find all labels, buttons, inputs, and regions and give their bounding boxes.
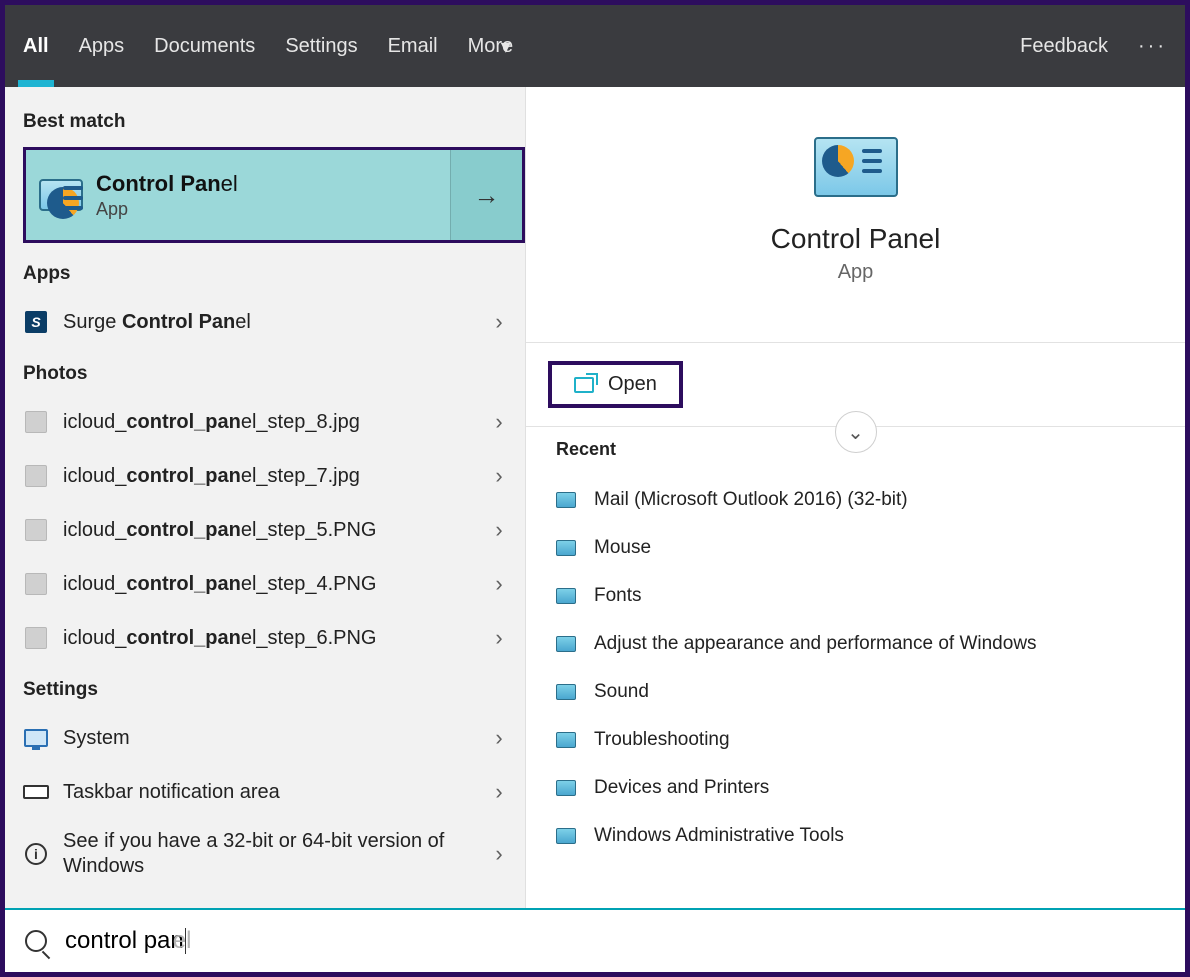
open-button[interactable]: Open xyxy=(548,361,683,408)
tab-more[interactable]: More ▾ xyxy=(468,5,511,87)
best-match-expand-button[interactable]: → xyxy=(450,150,522,240)
result-label: icloud_control_panel_step_6.PNG xyxy=(63,627,465,650)
file-icon xyxy=(23,409,49,435)
photo-result-row[interactable]: icloud_control_panel_step_7.jpg › xyxy=(5,449,525,503)
chevron-right-icon: › xyxy=(479,625,519,651)
recent-item[interactable]: Mail (Microsoft Outlook 2016) (32-bit) xyxy=(556,476,1155,524)
section-heading-best-match: Best match xyxy=(5,97,525,143)
settings-result-row[interactable]: System › xyxy=(5,711,525,765)
section-heading-apps: Apps xyxy=(5,249,525,295)
recent-item[interactable]: Windows Administrative Tools xyxy=(556,812,1155,860)
surge-icon: S xyxy=(23,309,49,335)
file-icon xyxy=(23,571,49,597)
control-panel-icon xyxy=(814,137,898,197)
expand-actions-button[interactable]: ⌄ xyxy=(835,411,877,453)
recent-item-label: Devices and Printers xyxy=(594,777,769,799)
preview-subtitle: App xyxy=(838,261,874,284)
search-input[interactable]: control panel xyxy=(65,927,191,955)
chevron-right-icon: › xyxy=(479,463,519,489)
recent-item-label: Fonts xyxy=(594,585,642,607)
apps-result-row[interactable]: S Surge Control Panel › xyxy=(5,295,525,349)
chevron-right-icon: › xyxy=(479,779,519,805)
control-panel-item-icon xyxy=(556,540,576,556)
photo-result-row[interactable]: icloud_control_panel_step_5.PNG › xyxy=(5,503,525,557)
control-panel-item-icon xyxy=(556,636,576,652)
chevron-right-icon: › xyxy=(479,571,519,597)
file-icon xyxy=(23,625,49,651)
recent-item-label: Sound xyxy=(594,681,649,703)
recent-item-label: Mail (Microsoft Outlook 2016) (32-bit) xyxy=(594,489,908,511)
chevron-right-icon: › xyxy=(479,409,519,435)
tab-settings[interactable]: Settings xyxy=(285,5,357,87)
result-label: Taskbar notification area xyxy=(63,780,465,805)
arrow-right-icon: → xyxy=(474,180,500,211)
feedback-link[interactable]: Feedback xyxy=(1020,5,1108,87)
result-label: icloud_control_panel_step_4.PNG xyxy=(63,573,465,596)
result-label: Surge Control Panel xyxy=(63,311,465,334)
recent-item[interactable]: Adjust the appearance and performance of… xyxy=(556,620,1155,668)
open-external-icon xyxy=(574,377,594,393)
control-panel-item-icon xyxy=(556,828,576,844)
chevron-down-icon: ⌄ xyxy=(847,420,864,445)
tab-email[interactable]: Email xyxy=(388,5,438,87)
chevron-right-icon: › xyxy=(479,309,519,335)
section-heading-photos: Photos xyxy=(5,349,525,395)
tab-documents[interactable]: Documents xyxy=(154,5,255,87)
recent-item[interactable]: Troubleshooting xyxy=(556,716,1155,764)
chevron-right-icon: › xyxy=(479,517,519,543)
result-label: icloud_control_panel_step_8.jpg xyxy=(63,411,465,434)
recent-item[interactable]: Devices and Printers xyxy=(556,764,1155,812)
chevron-right-icon: › xyxy=(479,841,519,867)
settings-result-row[interactable]: Taskbar notification area › xyxy=(5,765,525,819)
result-label: System xyxy=(63,726,465,751)
control-panel-item-icon xyxy=(556,732,576,748)
recent-item-label: Mouse xyxy=(594,537,651,559)
taskbar-icon xyxy=(23,785,49,799)
info-icon: i xyxy=(25,843,47,865)
more-options-button[interactable]: ··· xyxy=(1138,35,1167,58)
search-input-suggestion: el xyxy=(173,927,192,955)
preview-pane: Control Panel App Open ⌄ Recent Mail ( xyxy=(525,87,1185,908)
best-match-subtitle: App xyxy=(96,199,450,220)
control-panel-item-icon xyxy=(556,492,576,508)
control-panel-item-icon xyxy=(556,588,576,604)
result-label: See if you have a 32-bit or 64-bit versi… xyxy=(63,829,465,879)
monitor-icon xyxy=(24,729,48,747)
settings-result-row[interactable]: i See if you have a 32-bit or 64-bit ver… xyxy=(5,819,525,889)
tab-all[interactable]: All xyxy=(23,5,49,87)
recent-item-label: Adjust the appearance and performance of… xyxy=(594,633,1037,655)
control-panel-icon xyxy=(26,179,96,211)
search-bar: control panel xyxy=(5,908,1185,972)
search-results-pane: Best match Control Panel App → Apps xyxy=(5,87,525,908)
open-button-label: Open xyxy=(608,373,657,396)
recent-item[interactable]: Sound xyxy=(556,668,1155,716)
result-label: icloud_control_panel_step_7.jpg xyxy=(63,465,465,488)
chevron-down-icon: ▾ xyxy=(495,34,511,59)
preview-title: Control Panel xyxy=(771,223,941,255)
section-heading-settings: Settings xyxy=(5,665,525,711)
recent-item-label: Windows Administrative Tools xyxy=(594,825,844,847)
search-icon xyxy=(25,930,47,952)
search-input-value: control pan xyxy=(65,927,184,955)
best-match-title: Control Panel xyxy=(96,171,450,197)
search-scope-tabbar: All Apps Documents Settings Email More ▾… xyxy=(5,5,1185,87)
control-panel-item-icon xyxy=(556,684,576,700)
file-icon xyxy=(23,517,49,543)
photo-result-row[interactable]: icloud_control_panel_step_8.jpg › xyxy=(5,395,525,449)
photo-result-row[interactable]: icloud_control_panel_step_6.PNG › xyxy=(5,611,525,665)
best-match-result[interactable]: Control Panel App → xyxy=(23,147,525,243)
control-panel-item-icon xyxy=(556,780,576,796)
recent-item-label: Troubleshooting xyxy=(594,729,730,751)
photo-result-row[interactable]: icloud_control_panel_step_4.PNG › xyxy=(5,557,525,611)
tab-apps[interactable]: Apps xyxy=(79,5,125,87)
recent-item[interactable]: Fonts xyxy=(556,572,1155,620)
chevron-right-icon: › xyxy=(479,725,519,751)
file-icon xyxy=(23,463,49,489)
windows-search-window: All Apps Documents Settings Email More ▾… xyxy=(5,5,1185,972)
recent-item[interactable]: Mouse xyxy=(556,524,1155,572)
result-label: icloud_control_panel_step_5.PNG xyxy=(63,519,465,542)
